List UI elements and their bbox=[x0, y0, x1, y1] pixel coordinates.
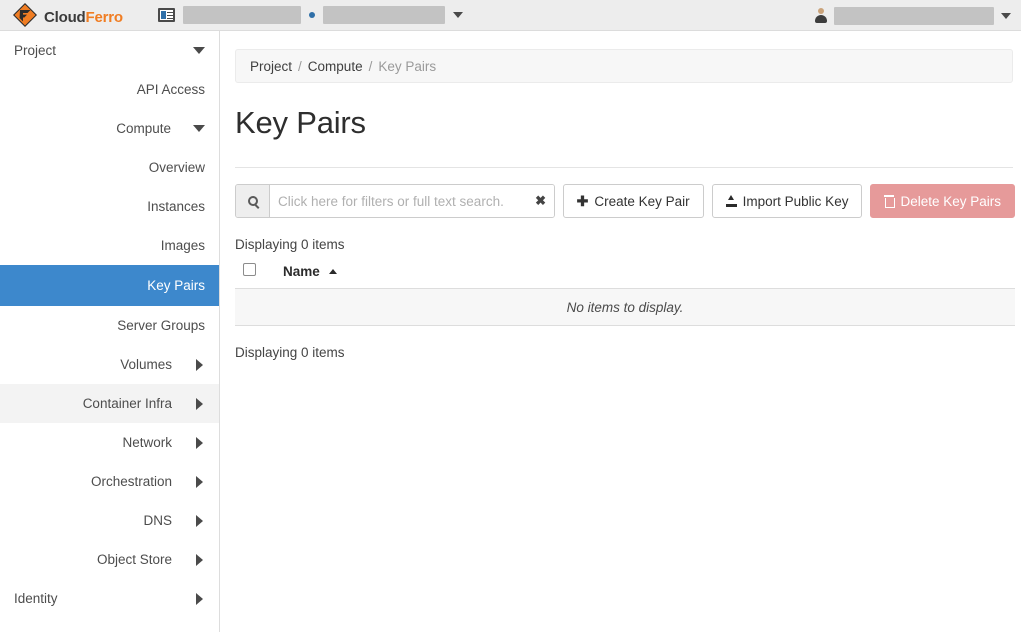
user-menu[interactable] bbox=[815, 0, 1011, 31]
chevron-down-icon[interactable] bbox=[1001, 12, 1011, 19]
item-count-bottom: Displaying 0 items bbox=[235, 345, 345, 360]
sidebar-item-label: Object Store bbox=[96, 552, 172, 567]
sidebar-item-key-pairs[interactable]: Key Pairs bbox=[0, 265, 219, 306]
trash-icon bbox=[884, 195, 896, 208]
region-name-redacted[interactable] bbox=[322, 6, 445, 24]
sidebar-item-volumes[interactable]: Volumes bbox=[0, 345, 219, 384]
brand-wordmark: CloudFerro bbox=[44, 9, 123, 26]
chevron-down-icon[interactable] bbox=[452, 12, 463, 18]
sidebar-item-orchestration[interactable]: Orchestration bbox=[0, 462, 219, 501]
sidebar-item-label: API Access bbox=[136, 82, 205, 97]
chevron-right-icon[interactable] bbox=[196, 358, 203, 371]
sidebar-item-label: Identity bbox=[14, 591, 58, 606]
sidebar-item-identity[interactable]: Identity bbox=[0, 579, 219, 618]
breadcrumb-item-project[interactable]: Project bbox=[250, 59, 292, 74]
sidebar-item-label: DNS bbox=[143, 513, 172, 528]
sidebar-item-label: Network bbox=[122, 435, 172, 450]
sidebar-item-object-store[interactable]: Object Store bbox=[0, 540, 219, 579]
separator-dot-icon bbox=[308, 12, 315, 18]
upload-icon bbox=[725, 195, 737, 207]
chevron-right-icon[interactable] bbox=[196, 475, 203, 488]
list-card-icon bbox=[157, 8, 175, 22]
sidebar-item-label: Overview bbox=[148, 160, 205, 175]
chevron-down-icon[interactable] bbox=[193, 47, 205, 54]
chevron-right-icon[interactable] bbox=[196, 436, 203, 449]
breadcrumb-separator: / bbox=[298, 58, 302, 74]
project-region-selector[interactable] bbox=[157, 6, 463, 24]
sidebar-item-network[interactable]: Network bbox=[0, 423, 219, 462]
main-content: Project / Compute / Key Pairs Key Pairs … bbox=[221, 31, 1021, 632]
sidebar-item-label: Server Groups bbox=[117, 318, 205, 333]
sidebar-item-label: Instances bbox=[147, 199, 205, 214]
item-count-top: Displaying 0 items bbox=[235, 237, 345, 252]
brand-logo[interactable]: CloudFerro bbox=[0, 0, 123, 31]
sidebar-item-images[interactable]: Images bbox=[0, 226, 219, 265]
sidebar-item-label: Volumes bbox=[120, 357, 172, 372]
empty-state-message: No items to display. bbox=[235, 288, 1015, 326]
sidebar-nav: Project API Access Compute Overview Inst… bbox=[0, 31, 220, 632]
brand-cloud-text: Cloud bbox=[44, 9, 86, 26]
brand-ferro-text: Ferro bbox=[85, 9, 124, 26]
import-public-key-button[interactable]: Import Public Key bbox=[711, 184, 863, 218]
breadcrumb-item-compute[interactable]: Compute bbox=[308, 59, 363, 74]
select-all-header bbox=[235, 263, 283, 289]
chevron-right-icon[interactable] bbox=[196, 514, 203, 527]
search-box[interactable]: ✖ bbox=[235, 184, 555, 218]
sidebar-item-overview[interactable]: Overview bbox=[0, 148, 219, 187]
top-bar: CloudFerro bbox=[0, 0, 1021, 31]
import-public-key-label: Import Public Key bbox=[742, 193, 849, 209]
sidebar-item-instances[interactable]: Instances bbox=[0, 187, 219, 226]
table-header-row: Name bbox=[235, 263, 1015, 289]
search-icon-wrap bbox=[236, 185, 270, 217]
delete-key-pairs-label: Delete Key Pairs bbox=[900, 193, 1001, 209]
search-input[interactable] bbox=[270, 185, 528, 217]
user-icon bbox=[815, 8, 827, 23]
column-header-name[interactable]: Name bbox=[283, 263, 1015, 289]
sidebar-item-server-groups[interactable]: Server Groups bbox=[0, 306, 219, 345]
chevron-right-icon[interactable] bbox=[196, 397, 203, 410]
project-name-redacted[interactable] bbox=[182, 6, 301, 24]
delete-key-pairs-button[interactable]: Delete Key Pairs bbox=[870, 184, 1015, 218]
sidebar-item-dns[interactable]: DNS bbox=[0, 501, 219, 540]
empty-state-row: No items to display. bbox=[235, 288, 1015, 326]
create-key-pair-label: Create Key Pair bbox=[594, 193, 690, 209]
sidebar-item-label: Key Pairs bbox=[147, 278, 205, 293]
page-title: Key Pairs bbox=[235, 105, 366, 140]
sidebar-item-label: Orchestration bbox=[90, 474, 172, 489]
sidebar-item-label: Compute bbox=[116, 121, 171, 136]
select-all-checkbox[interactable] bbox=[243, 263, 256, 276]
toolbar: ✖ ✚ Create Key Pair Import Public Key De… bbox=[235, 184, 1015, 218]
cloudferro-diamond-icon bbox=[12, 2, 38, 28]
breadcrumb: Project / Compute / Key Pairs bbox=[235, 49, 1013, 83]
chevron-right-icon[interactable] bbox=[196, 553, 203, 566]
sidebar-item-container-infra[interactable]: Container Infra bbox=[0, 384, 219, 423]
breadcrumb-item-current: Key Pairs bbox=[378, 58, 437, 74]
plus-icon: ✚ bbox=[576, 193, 589, 209]
create-key-pair-button[interactable]: ✚ Create Key Pair bbox=[562, 184, 704, 218]
key-pairs-table: Name No items to display. bbox=[235, 263, 1015, 326]
sidebar-item-label: Images bbox=[160, 238, 205, 253]
sidebar-item-project[interactable]: Project bbox=[0, 31, 219, 70]
column-header-label: Name bbox=[283, 263, 320, 279]
clear-search-icon[interactable]: ✖ bbox=[527, 185, 554, 217]
chevron-down-icon[interactable] bbox=[193, 125, 205, 132]
sort-ascending-icon[interactable] bbox=[328, 268, 337, 274]
sidebar-item-api-access[interactable]: API Access bbox=[0, 70, 219, 109]
sidebar-item-label: Project bbox=[14, 43, 57, 58]
sidebar-item-compute[interactable]: Compute bbox=[0, 109, 219, 148]
chevron-right-icon[interactable] bbox=[196, 592, 203, 605]
breadcrumb-separator: / bbox=[368, 58, 373, 74]
sidebar-item-label: Container Infra bbox=[82, 396, 172, 411]
username-redacted[interactable] bbox=[834, 6, 994, 25]
header-divider bbox=[235, 167, 1013, 168]
search-icon bbox=[247, 196, 258, 206]
